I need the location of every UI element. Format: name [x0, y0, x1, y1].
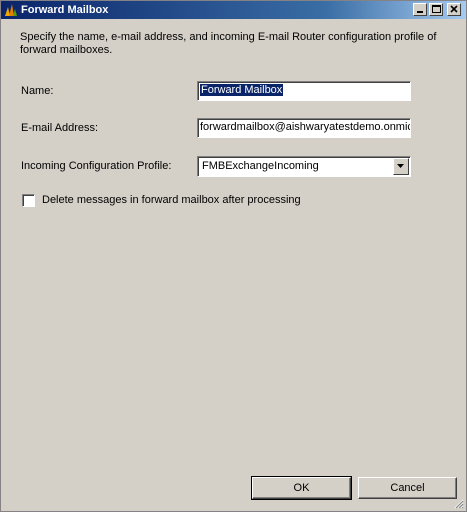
maximize-icon: [432, 5, 441, 13]
delete-messages-label[interactable]: Delete messages in forward mailbox after…: [42, 194, 301, 207]
email-label: E-mail Address:: [21, 122, 99, 134]
resize-grip-icon[interactable]: [452, 497, 464, 509]
window-title: Forward Mailbox: [21, 4, 109, 16]
close-button[interactable]: [447, 3, 461, 16]
close-icon: [450, 5, 458, 13]
app-icon: [4, 3, 18, 17]
maximize-button[interactable]: [429, 3, 443, 16]
name-input[interactable]: Forward Mailbox: [197, 81, 411, 101]
chevron-down-icon: [397, 164, 404, 168]
dialog-description: Specify the name, e-mail address, and in…: [20, 31, 437, 56]
email-input[interactable]: forwardmailbox@aishwaryatestdemo.onmicro…: [197, 118, 411, 138]
minimize-button[interactable]: [413, 3, 427, 16]
incoming-profile-dropdown[interactable]: FMBExchangeIncoming: [197, 156, 411, 177]
name-label: Name:: [21, 85, 54, 97]
name-input-value: Forward Mailbox: [200, 84, 284, 96]
incoming-profile-value: FMBExchangeIncoming: [202, 160, 319, 172]
minimize-icon: [417, 11, 423, 13]
dropdown-arrow-button[interactable]: [393, 158, 409, 175]
title-bar[interactable]: Forward Mailbox: [1, 1, 466, 19]
profile-label: Incoming Configuration Profile:: [21, 160, 172, 172]
ok-button[interactable]: OK: [251, 476, 352, 500]
forward-mailbox-dialog: Forward Mailbox Specify the name, e-mail…: [0, 0, 467, 512]
delete-messages-checkbox[interactable]: [22, 194, 35, 207]
email-input-value: forwardmailbox@aishwaryatestdemo.onmicro…: [200, 121, 410, 133]
cancel-button[interactable]: Cancel: [358, 477, 457, 499]
